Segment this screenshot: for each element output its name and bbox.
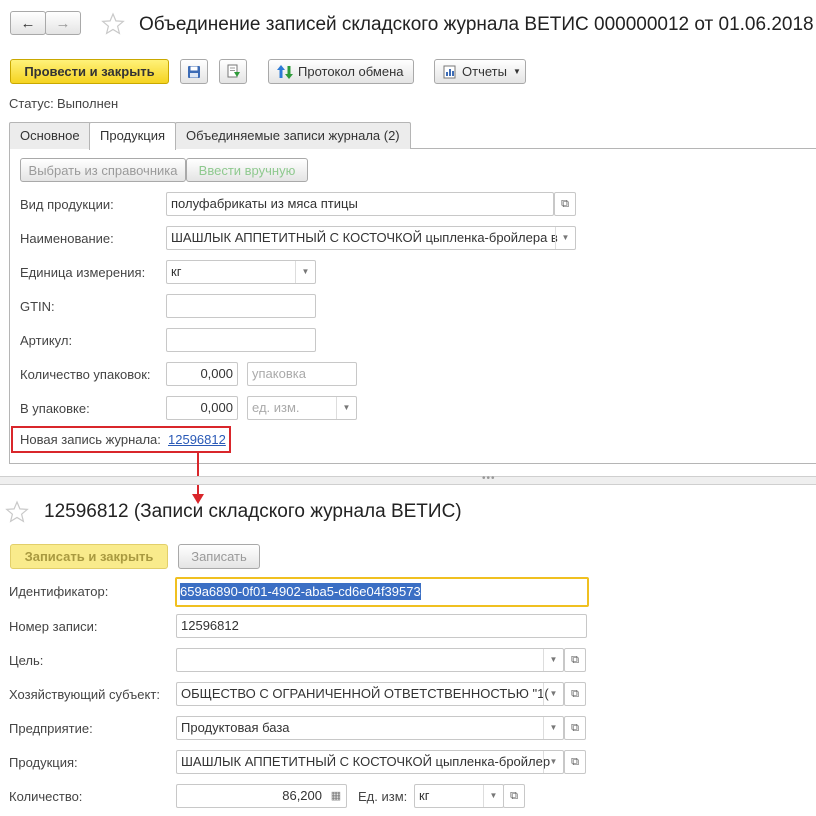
tab-products[interactable]: Продукция (89, 122, 177, 150)
name-field[interactable]: ШАШЛЫК АППЕТИТНЫЙ С КОСТОЧКОЙ цыпленка-б… (166, 226, 576, 250)
article-label: Артикул: (20, 333, 73, 348)
identifier-field[interactable]: 659a6890-0f01-4902-aba5-cd6e04f39573 (175, 577, 589, 607)
splitter-grip-icon: ••• (482, 473, 496, 484)
reports-button[interactable]: Отчеты ▼ (434, 59, 526, 84)
exchange-arrows-icon (277, 64, 293, 79)
name-label: Наименование: (20, 231, 114, 246)
open-form-icon: ⧉ (571, 653, 579, 666)
write-button[interactable]: Записать (178, 544, 260, 569)
gtin-label: GTIN: (20, 299, 55, 314)
chevron-down-icon[interactable]: ▼ (555, 227, 575, 249)
name-value: ШАШЛЫК АППЕТИТНЫЙ С КОСТОЧКОЙ цыпленка-б… (171, 230, 558, 245)
exchange-log-button[interactable]: Протокол обмена (268, 59, 414, 84)
identifier-value: 659a6890-0f01-4902-aba5-cd6e04f39573 (180, 583, 421, 600)
new-record-label: Новая запись журнала: (20, 432, 161, 447)
in-package-unit-placeholder: ед. изм. (252, 400, 300, 415)
save-button[interactable] (180, 59, 208, 84)
quantity-field[interactable]: 86,200 ▦ (176, 784, 347, 808)
chevron-down-icon: ▼ (512, 67, 521, 76)
entity-field[interactable]: ОБЩЕСТВО С ОГРАНИЧЕННОЙ ОТВЕТСТВЕННОСТЬЮ… (176, 682, 564, 706)
gtin-field[interactable] (166, 294, 316, 318)
product-type-label: Вид продукции: (20, 197, 114, 212)
write-and-close-button[interactable]: Записать и закрыть (10, 544, 168, 569)
open-form-icon: ⧉ (571, 687, 579, 700)
chevron-down-icon[interactable]: ▼ (543, 683, 563, 705)
goal-open-button[interactable]: ⧉ (564, 648, 586, 672)
tab-merged-records[interactable]: Объединяемые записи журнала (2) (175, 122, 411, 149)
post-button[interactable] (219, 59, 247, 84)
status-label: Статус: (9, 96, 54, 111)
packages-label: Количество упаковок: (20, 367, 151, 382)
forward-button[interactable]: → (45, 11, 81, 35)
post-and-close-button[interactable]: Провести и закрыть (10, 59, 169, 84)
in-package-label: В упаковке: (20, 401, 90, 416)
product-label: Продукция: (9, 755, 78, 770)
entity-open-button[interactable]: ⧉ (564, 682, 586, 706)
enterprise-label: Предприятие: (9, 721, 93, 736)
quantity-unit-value: кг (419, 788, 430, 803)
quantity-unit-field[interactable]: кг ▼ (414, 784, 504, 808)
entity-label: Хозяйствующий субъект: (9, 687, 160, 702)
unit-value: кг (171, 264, 182, 279)
tab-main[interactable]: Основное (9, 122, 91, 149)
calculator-icon[interactable]: ▦ (326, 785, 346, 807)
product-type-open-button[interactable]: ⧉ (554, 192, 576, 216)
packages-field[interactable]: 0,000 (166, 362, 238, 386)
star-icon[interactable] (101, 12, 125, 36)
enterprise-field[interactable]: Продуктовая база ▼ (176, 716, 564, 740)
chevron-down-icon[interactable]: ▼ (543, 717, 563, 739)
pointer-arrow (197, 453, 199, 497)
enterprise-open-button[interactable]: ⧉ (564, 716, 586, 740)
report-icon (443, 65, 456, 78)
open-form-icon: ⧉ (571, 755, 579, 768)
quantity-unit-label: Ед. изм: (358, 789, 408, 804)
in-package-unit-field[interactable]: ед. изм. ▼ (247, 396, 357, 420)
goal-label: Цель: (9, 653, 44, 668)
chevron-down-icon[interactable]: ▼ (295, 261, 315, 283)
record-number-field[interactable]: 12596812 (176, 614, 587, 638)
status-value: Выполнен (57, 96, 119, 111)
in-package-field[interactable]: 0,000 (166, 396, 238, 420)
identifier-label: Идентификатор: (9, 584, 109, 599)
form-title: Объединение записей складского журнала В… (139, 14, 814, 35)
form-splitter[interactable]: ••• (0, 473, 816, 485)
product-type-field[interactable]: полуфабрикаты из мяса птицы (166, 192, 554, 216)
record-number-label: Номер записи: (9, 619, 98, 634)
exchange-log-label: Протокол обмена (298, 64, 404, 79)
chevron-down-icon[interactable]: ▼ (543, 751, 563, 773)
new-record-link[interactable]: 12596812 (168, 432, 226, 448)
choose-from-catalog-button[interactable]: Выбрать из справочника (20, 158, 186, 182)
reports-label: Отчеты (462, 64, 507, 79)
entity-value: ОБЩЕСТВО С ОГРАНИЧЕННОЙ ОТВЕТСТВЕННОСТЬЮ… (181, 686, 549, 701)
package-type-field[interactable]: упаковка (247, 362, 357, 386)
post-document-icon (227, 64, 240, 78)
open-form-icon: ⧉ (571, 721, 579, 734)
product-open-button[interactable]: ⧉ (564, 750, 586, 774)
chevron-down-icon[interactable]: ▼ (336, 397, 356, 419)
quantity-label: Количество: (9, 789, 83, 804)
floppy-icon (188, 65, 200, 78)
goal-field[interactable]: ▼ (176, 648, 564, 672)
product-field[interactable]: ШАШЛЫК АППЕТИТНЫЙ С КОСТОЧКОЙ цыпленка-б… (176, 750, 564, 774)
enterprise-value: Продуктовая база (181, 720, 290, 735)
enter-manually-button[interactable]: Ввести вручную (186, 158, 308, 182)
record-form-title: 12596812 (Записи складского журнала ВЕТИ… (44, 501, 462, 522)
back-button[interactable]: ← (10, 11, 46, 35)
product-value: ШАШЛЫК АППЕТИТНЫЙ С КОСТОЧКОЙ цыпленка-б… (181, 754, 551, 769)
quantity-value: 86,200 (282, 788, 322, 803)
quantity-unit-open-button[interactable]: ⧉ (503, 784, 525, 808)
unit-field[interactable]: кг ▼ (166, 260, 316, 284)
unit-label: Единица измерения: (20, 265, 146, 280)
chevron-down-icon[interactable]: ▼ (483, 785, 503, 807)
article-field[interactable] (166, 328, 316, 352)
open-form-icon: ⧉ (561, 197, 569, 210)
chevron-down-icon[interactable]: ▼ (543, 649, 563, 671)
star-icon[interactable] (5, 500, 29, 524)
open-form-icon: ⧉ (510, 789, 518, 802)
